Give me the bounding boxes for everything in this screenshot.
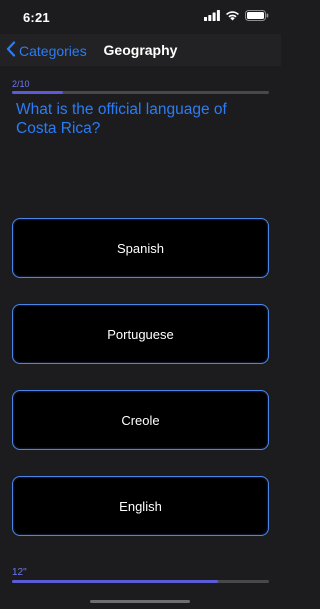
question-progress-fill <box>12 91 64 94</box>
question-progress-label: 2/10 <box>12 79 30 89</box>
status-icons <box>204 8 269 26</box>
navigation-bar: Categories Geography <box>0 34 281 66</box>
timer-bar <box>12 580 269 583</box>
answer-option-4[interactable]: English <box>12 476 269 536</box>
answer-option-3[interactable]: Creole <box>12 390 269 450</box>
status-time: 6:21 <box>23 10 50 25</box>
timer-fill <box>12 580 218 583</box>
cellular-signal-icon <box>204 8 220 26</box>
question-text: What is the official language of Costa R… <box>16 101 227 137</box>
timer-label: 12" <box>12 567 27 578</box>
home-indicator[interactable] <box>90 600 190 603</box>
page-title: Geography <box>103 42 178 58</box>
wifi-icon <box>225 8 240 26</box>
status-bar: 6:21 <box>0 0 281 34</box>
battery-icon <box>245 8 269 26</box>
question-progress-bar <box>12 91 269 94</box>
answer-option-2[interactable]: Portuguese <box>12 304 269 364</box>
answer-option-1[interactable]: Spanish <box>12 218 269 278</box>
